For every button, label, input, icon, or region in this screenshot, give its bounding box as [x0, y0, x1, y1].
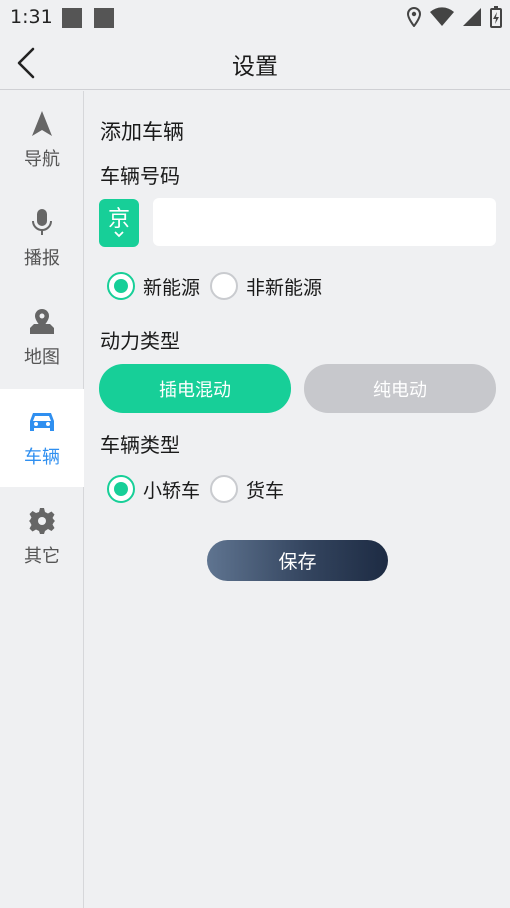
radio-non-new-energy[interactable]: 非新能源 — [210, 272, 322, 300]
province-selector[interactable]: 京 — [99, 199, 139, 247]
radio-truck[interactable]: 货车 — [210, 475, 284, 503]
sidebar-item-broadcast[interactable]: 播报 — [0, 190, 84, 288]
sidebar-item-label: 播报 — [24, 248, 60, 269]
sidebar-item-navigation[interactable]: 导航 — [0, 91, 84, 189]
radio-unchecked — [210, 475, 239, 503]
car-icon — [30, 413, 54, 431]
save-button[interactable]: 保存 — [207, 540, 388, 581]
radio-label: 非新能源 — [246, 276, 323, 299]
power-type-label: 动力类型 — [100, 329, 180, 353]
status-time: 1:31 — [10, 6, 53, 28]
vehicle-type-label: 车辆类型 — [100, 433, 180, 457]
notification-icon — [62, 8, 82, 28]
sidebar-item-label: 导航 — [24, 149, 60, 170]
sidebar: 导航 播报 地图 车辆 其它 — [0, 91, 84, 908]
vehicle-form: 添加车辆 车辆号码 京 新能源 非新能源 动力类型 插电混动 纯电动 车辆类型 … — [85, 91, 510, 908]
sidebar-item-label: 地图 — [24, 347, 60, 368]
location-icon — [406, 7, 422, 27]
sidebar-item-map[interactable]: 地图 — [0, 289, 84, 387]
form-title: 添加车辆 — [100, 120, 184, 144]
chevron-down-icon — [114, 231, 124, 238]
radio-unchecked — [210, 272, 239, 300]
map-pin-icon — [30, 309, 54, 334]
signal-icon — [463, 8, 481, 26]
power-pure-electric-button[interactable]: 纯电动 — [304, 364, 496, 413]
sidebar-item-label: 其它 — [24, 546, 60, 567]
province-value: 京 — [107, 207, 130, 232]
plate-number-input[interactable] — [153, 198, 496, 246]
radio-checked — [107, 475, 135, 503]
radio-label: 货车 — [246, 479, 285, 502]
energy-radio-group: 新能源 非新能源 — [107, 272, 332, 300]
navigation-arrow-icon — [32, 111, 52, 136]
battery-charging-icon — [490, 6, 502, 28]
gear-icon — [29, 508, 55, 534]
radio-checked — [107, 272, 135, 300]
radio-label: 小轿车 — [143, 479, 201, 502]
page-title: 设置 — [232, 54, 278, 80]
app-header: 设置 — [0, 36, 510, 90]
radio-car[interactable]: 小轿车 — [107, 475, 200, 503]
status-icons — [406, 6, 502, 28]
sidebar-item-vehicle[interactable]: 车辆 — [0, 389, 84, 487]
status-bar: 1:31 — [0, 0, 510, 36]
plate-label: 车辆号码 — [100, 164, 180, 188]
microphone-icon — [32, 209, 52, 235]
radio-label: 新能源 — [143, 276, 201, 299]
sidebar-item-other[interactable]: 其它 — [0, 488, 84, 586]
sidebar-item-label: 车辆 — [24, 447, 60, 468]
power-plugin-hybrid-button[interactable]: 插电混动 — [99, 364, 291, 413]
vehicle-type-radio-group: 小轿车 货车 — [107, 475, 294, 503]
notification-icon — [94, 8, 114, 28]
wifi-icon — [430, 7, 454, 27]
radio-new-energy[interactable]: 新能源 — [107, 272, 200, 300]
